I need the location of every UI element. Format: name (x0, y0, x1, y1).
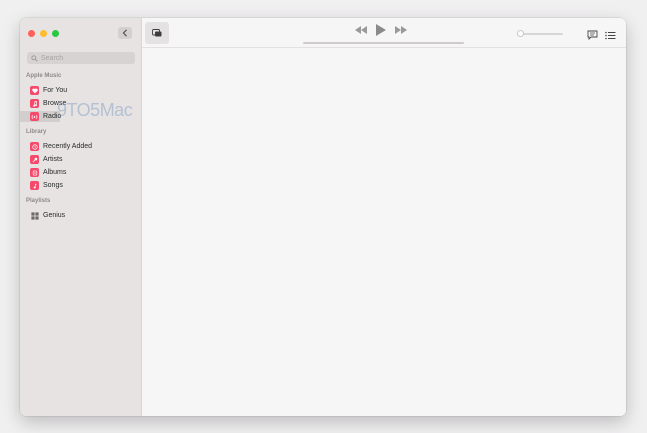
lyrics-button[interactable] (587, 27, 598, 45)
sidebar-item-radio[interactable]: Radio (30, 111, 61, 122)
sidebar-item-label: Radio (43, 113, 62, 120)
mini-player-button[interactable] (145, 22, 169, 44)
sidebar-item-artists[interactable]: Artists (30, 154, 62, 165)
sidebar-item-genius[interactable]: Genius (30, 210, 65, 221)
minimize-button[interactable] (40, 30, 47, 37)
search-icon (31, 54, 38, 62)
sidebar-item-label: Artists (43, 156, 63, 163)
mini-player-icon (152, 29, 162, 37)
list-icon (605, 31, 616, 40)
search-field[interactable]: Search (27, 52, 135, 64)
sidebar-item-label: Genius (43, 212, 66, 219)
chevron-left-icon (122, 29, 127, 37)
lyrics-icon (587, 30, 598, 41)
up-next-button[interactable] (605, 27, 616, 45)
sidebar-item-songs[interactable]: Songs (30, 180, 63, 191)
genius-grid-icon (30, 211, 39, 220)
volume-slider[interactable] (517, 30, 563, 37)
sidebar-item-label: Albums (43, 169, 67, 176)
rewind-icon[interactable] (355, 26, 367, 34)
clock-icon (30, 142, 39, 151)
sidebar: Search Apple Music For You Browse Radio … (20, 18, 142, 416)
section-apple-music: Apple Music (26, 73, 62, 79)
sidebar-item-albums[interactable]: Albums (30, 167, 66, 178)
section-playlists: Playlists (26, 198, 51, 204)
music-window: Search Apple Music For You Browse Radio … (20, 18, 626, 416)
sidebar-item-label: Recently Added (43, 143, 93, 150)
zoom-button[interactable] (52, 30, 59, 37)
play-icon[interactable] (376, 24, 386, 36)
section-library: Library (26, 129, 47, 135)
main-content (142, 48, 626, 416)
back-button[interactable] (118, 27, 132, 39)
sidebar-item-for-you[interactable]: For You (30, 85, 67, 96)
sidebar-item-label: Songs (43, 182, 63, 189)
heart-icon (30, 86, 39, 95)
sidebar-item-browse[interactable]: Browse (30, 98, 66, 109)
sidebar-item-label: Browse (43, 100, 67, 107)
sidebar-item-label: For You (43, 87, 68, 94)
radio-icon (30, 112, 39, 121)
music-note-icon (30, 181, 39, 190)
playback-progress-bar[interactable] (303, 42, 464, 44)
window-controls (28, 30, 59, 37)
fast-forward-icon[interactable] (395, 26, 407, 34)
music-note-icon (30, 99, 39, 108)
playback-controls (355, 24, 407, 36)
toolbar (142, 18, 626, 48)
sidebar-item-recently-added[interactable]: Recently Added (30, 141, 92, 152)
close-button[interactable] (28, 30, 35, 37)
microphone-icon (30, 155, 39, 164)
search-input[interactable]: Search (41, 55, 63, 62)
watermark: 9TO5Mac (57, 100, 133, 120)
volume-knob[interactable] (517, 30, 524, 37)
album-icon (30, 168, 39, 177)
